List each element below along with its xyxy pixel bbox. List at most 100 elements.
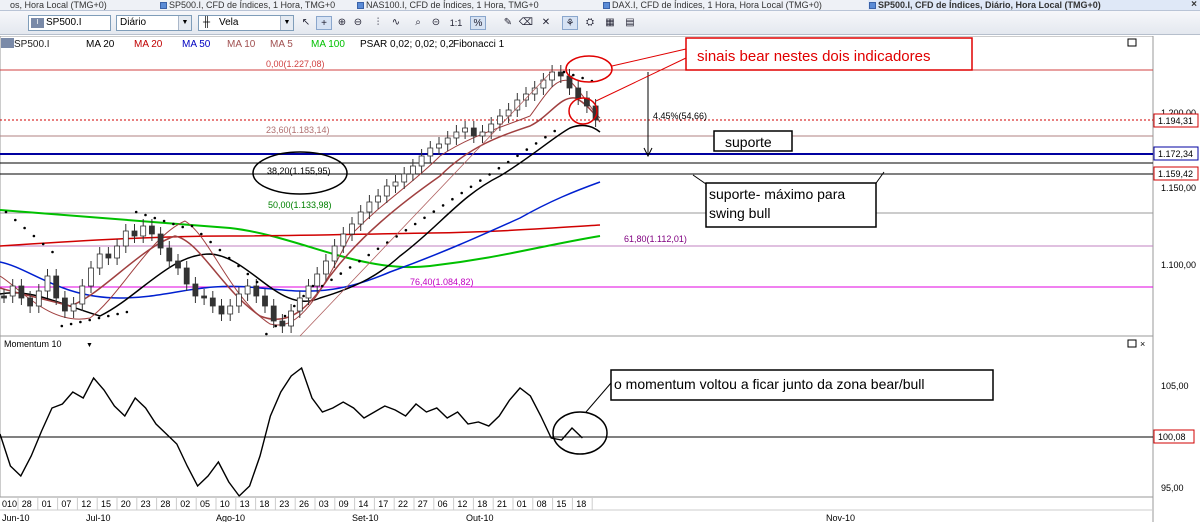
candlestick-icon[interactable]: ⫶ <box>370 16 386 30</box>
psar-dot <box>4 210 8 214</box>
one-to-one-button[interactable]: 1:1 <box>448 16 464 30</box>
tab-sp500-daily[interactable]: SP500.I, CFD de Índices, Diário, Hora Lo… <box>868 0 1200 10</box>
close-icon[interactable]: × <box>1191 0 1197 10</box>
day-label: 12 <box>81 499 91 509</box>
candle-body <box>140 225 147 237</box>
objects-icon[interactable]: ⛭ <box>582 16 598 30</box>
psar-dot <box>423 216 426 220</box>
psar-dot <box>60 324 64 328</box>
zoom-out-icon[interactable]: ⊝ <box>428 16 444 30</box>
candle-body <box>444 137 451 145</box>
tab-label: os, Hora Local (TMG+0) <box>10 0 107 10</box>
grid-icon[interactable]: ▦ <box>602 16 618 30</box>
psar-dot <box>367 253 371 257</box>
psar-dot <box>404 228 408 232</box>
psar-dot <box>88 318 91 322</box>
time-axis-days: 010 28 01 07 12 15 20 23 28 02 05 10 13 18 23 26 03 09 14 1… <box>2 497 593 510</box>
tab-nas100-hourly[interactable]: NAS100.I, CFD de Índices, 1 Hora, TMG+0 <box>356 0 601 10</box>
candle-body <box>392 181 399 187</box>
eraser-icon[interactable]: ⌫ <box>518 16 534 30</box>
percent-button[interactable]: % <box>470 16 486 30</box>
price-chart[interactable]: SP500.I MA 20 MA 20 MA 50 MA 10 MA 5 MA … <box>0 35 1200 522</box>
legend-psar[interactable]: PSAR 0,02; 0,02; 0,2 <box>360 39 454 50</box>
trash-icon[interactable]: ✕ <box>538 16 554 30</box>
candle-body <box>175 260 181 269</box>
chevron-down-icon[interactable]: ▼ <box>86 342 93 349</box>
candle-body <box>305 285 312 299</box>
day-label: 12 <box>457 499 467 509</box>
zoom-in-icon[interactable]: ⊕ <box>334 16 350 30</box>
timeframe-select[interactable]: Diário ▼ <box>116 15 192 31</box>
psar-dot <box>107 314 110 318</box>
psar-dot <box>172 222 175 226</box>
psar-dot <box>209 240 212 244</box>
chart-type-select[interactable]: ╫ Vela ▼ <box>198 15 294 31</box>
day-label: 01 <box>42 499 52 509</box>
candle-body <box>53 275 60 299</box>
cursor-icon[interactable]: ↖ <box>298 16 314 30</box>
tab-sp500-local[interactable]: os, Hora Local (TMG+0) <box>0 0 158 10</box>
fib-label-23: 23,60(1.183,14) <box>266 125 330 135</box>
day-label: 10 <box>220 499 230 509</box>
indicators-icon[interactable]: ⚘ <box>562 16 578 30</box>
day-label: 14 <box>358 499 368 509</box>
candle-body <box>488 123 495 133</box>
psar-dot <box>265 332 268 336</box>
day-label: 02 <box>180 499 190 509</box>
candle-body <box>349 223 355 235</box>
candle-body <box>44 275 51 292</box>
legend-ma10[interactable]: MA 10 <box>227 39 256 50</box>
candle-body <box>96 253 103 269</box>
candle-body <box>79 285 86 305</box>
psar-dot <box>451 197 454 201</box>
day-label: 15 <box>556 499 566 509</box>
day-label: 21 <box>497 499 507 509</box>
candle-body <box>322 260 329 275</box>
psar-dot <box>460 191 464 195</box>
legend-symbol: SP500.I <box>14 39 50 50</box>
candle-body <box>218 305 225 315</box>
legend-ma20-black[interactable]: MA 20 <box>86 39 115 50</box>
legend-ma20-red[interactable]: MA 20 <box>134 39 163 50</box>
psar-dot <box>162 219 166 223</box>
month-label: Jun-10 <box>2 513 30 522</box>
zoom-icon[interactable]: ⌕ <box>410 16 426 30</box>
momentum-title[interactable]: Momentum 10 <box>4 339 62 349</box>
candle-body <box>470 127 477 137</box>
legend-ma5[interactable]: MA 5 <box>270 39 293 50</box>
day-label: 28 <box>22 499 32 509</box>
draw-icon[interactable]: ✎ <box>500 16 516 30</box>
month-label: Nov-10 <box>826 513 855 522</box>
legend-ma50[interactable]: MA 50 <box>182 39 211 50</box>
candle-body <box>557 71 564 77</box>
legend-ma100[interactable]: MA 100 <box>311 39 345 50</box>
psar-dot <box>413 222 417 226</box>
close-icon[interactable]: × <box>1140 339 1145 349</box>
fib-label-0: 0,00(1.227,08) <box>266 59 325 69</box>
psar-dot <box>320 284 324 288</box>
template-icon[interactable]: ▤ <box>622 16 638 30</box>
psar-dot <box>255 280 259 284</box>
time-axis-months: Jun-10 Jul-10 Ago-10 Set-10 Out-10 Nov-10 <box>2 513 855 522</box>
psar-dot <box>572 73 575 77</box>
zoom-out-icon[interactable]: ⊖ <box>350 16 366 30</box>
candle-body <box>453 131 460 139</box>
candlestick-icon: ╫ <box>203 17 211 28</box>
psar-dot <box>330 278 333 282</box>
psar-dot <box>311 284 315 288</box>
tab-sp500-hourly[interactable]: SP500.I, CFD de Índices, 1 Hora, TMG+0 <box>159 0 355 10</box>
legend-fibonacci[interactable]: Fibonacci 1 <box>453 39 505 50</box>
crosshair-icon[interactable]: + <box>316 16 332 30</box>
tab-dax-hourly[interactable]: DAX.I, CFD de Índices, 1 Hora, Hora Loca… <box>602 0 867 10</box>
chart-type-value: Vela <box>219 17 239 28</box>
line-chart-icon[interactable]: ∿ <box>388 16 404 30</box>
day-label: 26 <box>299 499 309 509</box>
day-label: 28 <box>160 499 170 509</box>
candle-body <box>262 295 268 307</box>
candle-body <box>122 230 129 247</box>
candle-body <box>296 297 303 312</box>
symbol-input[interactable]: Ⅰ SP500.I <box>28 15 111 31</box>
candle-body <box>62 297 68 312</box>
symbol-value: SP500.I <box>46 17 82 28</box>
chart-area[interactable]: SP500.I MA 20 MA 20 MA 50 MA 10 MA 5 MA … <box>0 35 1200 522</box>
